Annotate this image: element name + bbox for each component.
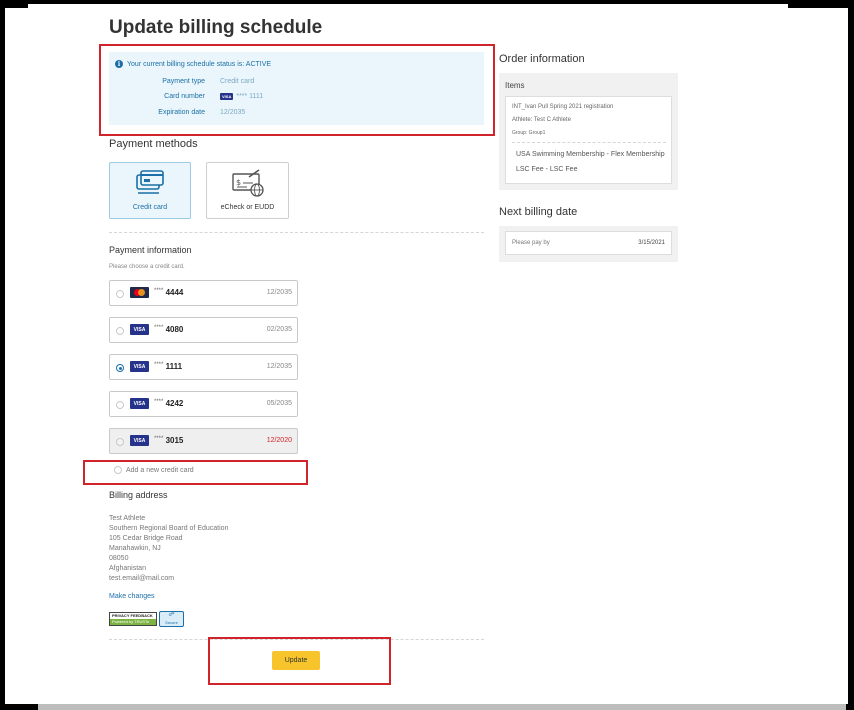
order-items-box: INT_Ivan Pull Spring 2021 registration A…: [505, 96, 672, 184]
payment-methods-heading: Payment methods: [109, 138, 198, 150]
card-expiration: 02/2035: [266, 326, 292, 333]
address-line: 105 Cedar Bridge Road: [109, 535, 183, 542]
card-number: **** 4080: [154, 325, 184, 334]
card-radio[interactable]: [116, 327, 124, 335]
billing-address-heading: Billing address: [109, 490, 168, 500]
payment-information-heading: Payment information: [109, 245, 192, 255]
visa-logo-icon: VISA: [130, 398, 149, 409]
pay-by-date: 3/15/2021: [638, 240, 665, 246]
page-title: Update billing schedule: [109, 17, 323, 38]
athlete-name: Athlete: Test C Athlete: [512, 117, 571, 123]
card-number: **** 4242: [154, 399, 184, 408]
card-expiration: 12/2035: [266, 363, 292, 370]
visa-logo-icon: VISA: [130, 324, 149, 335]
frame-corner-right: [788, 0, 854, 8]
order-information-heading: Order information: [499, 53, 585, 65]
mastercard-logo-icon: [130, 287, 149, 298]
items-label: Items: [505, 81, 525, 90]
address-line: Afghanistan: [109, 565, 146, 572]
card-radio[interactable]: [116, 290, 124, 298]
card-number: **** 3015: [154, 436, 184, 445]
payment-method-credit-card-label: Credit card: [132, 204, 168, 211]
pay-by-label: Please pay by: [512, 240, 550, 246]
card-number: **** 1111: [154, 362, 183, 371]
shield-icon: ☍: [168, 612, 175, 618]
payment-method-echeck[interactable]: $ eCheck or EUDD: [206, 162, 289, 219]
next-billing-panel: Please pay by 3/15/2021: [499, 226, 678, 262]
truste-badge-bottom: Powered by TRUSTe: [110, 619, 156, 625]
group-name: Group: Group1: [512, 130, 546, 136]
truste-badge[interactable]: PRIVACY FEEDBACK Powered by TRUSTe: [109, 612, 157, 626]
registration-name: INT_Ivan Pull Spring 2021 registration: [512, 104, 614, 110]
card-option-4444[interactable]: **** 4444 12/2035: [109, 280, 298, 306]
payment-method-credit-card[interactable]: Credit card: [109, 162, 191, 219]
divider: [109, 232, 484, 233]
card-number: **** 4444: [154, 288, 184, 297]
card-expiration: 05/2035: [266, 400, 292, 407]
highlight-update-box: [208, 637, 391, 685]
card-radio[interactable]: [116, 401, 124, 409]
line-item: USA Swimming Membership - Flex Membershi…: [516, 151, 665, 158]
card-option-4080[interactable]: VISA **** 4080 02/2035: [109, 317, 298, 343]
highlight-status-box: [99, 44, 495, 136]
bottom-scroll-strip: [38, 704, 846, 710]
svg-text:$: $: [236, 178, 241, 187]
make-changes-link[interactable]: Make changes: [109, 593, 155, 600]
visa-logo-icon: VISA: [130, 435, 149, 446]
order-information-panel: Items INT_Ivan Pull Spring 2021 registra…: [499, 73, 678, 190]
card-expiration-expired: 12/2020: [266, 437, 292, 444]
check-icon: $: [231, 169, 264, 197]
payment-information-subtitle: Please choose a credit card.: [109, 264, 185, 270]
address-line: Southern Regional Board of Education: [109, 525, 229, 532]
address-line: Manahawkin, NJ: [109, 545, 161, 552]
card-radio-disabled[interactable]: [116, 438, 124, 446]
billing-address-block: Test Athlete Southern Regional Board of …: [109, 514, 228, 584]
divider: [512, 142, 666, 143]
highlight-add-card-box: [83, 460, 308, 485]
address-line: 08050: [109, 555, 129, 562]
secure-badge-label: Secure: [165, 620, 178, 625]
credit-card-icon: [136, 170, 164, 194]
visa-logo-icon: VISA: [130, 361, 149, 372]
payment-method-echeck-label: eCheck or EUDD: [220, 204, 275, 211]
card-radio-selected[interactable]: [116, 364, 124, 372]
frame-corner-left: [0, 0, 28, 8]
address-line: Test Athlete: [109, 515, 146, 522]
next-billing-box: Please pay by 3/15/2021: [505, 231, 672, 255]
card-expiration: 12/2035: [266, 289, 292, 296]
secure-badge: ☍ Secure: [159, 611, 184, 627]
address-line: test.email@mail.com: [109, 575, 175, 582]
next-billing-heading: Next billing date: [499, 206, 578, 218]
card-option-3015[interactable]: VISA **** 3015 12/2020: [109, 428, 298, 454]
card-option-1111[interactable]: VISA **** 1111 12/2035: [109, 354, 298, 380]
line-item: LSC Fee - LSC Fee: [516, 166, 578, 173]
card-option-4242[interactable]: VISA **** 4242 05/2035: [109, 391, 298, 417]
